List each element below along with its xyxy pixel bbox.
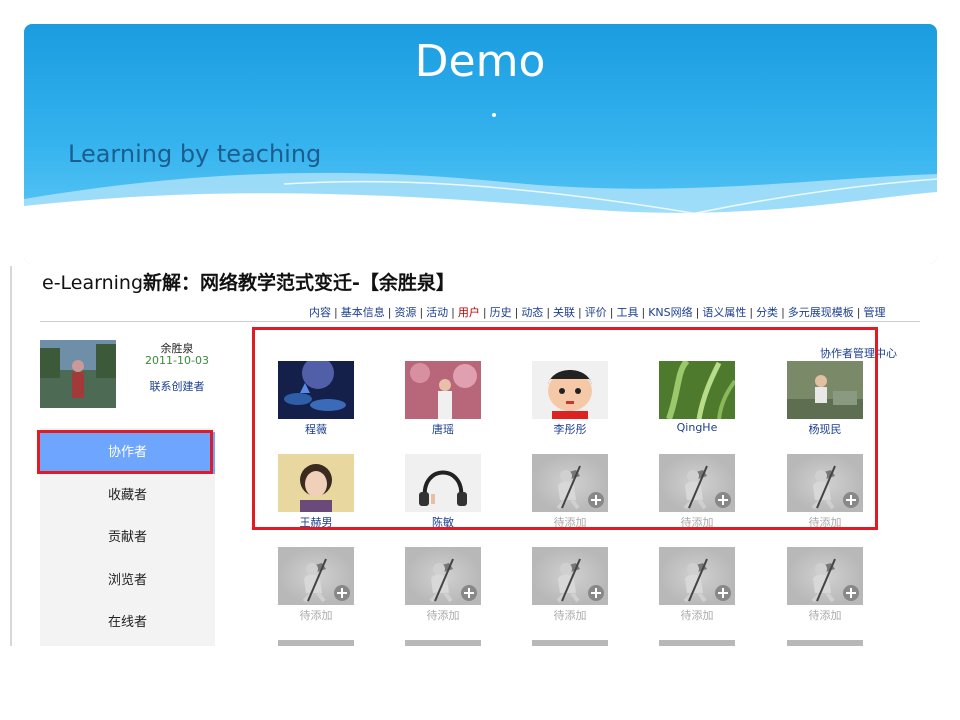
slide-title: Demo — [414, 36, 546, 87]
nav-separator: | — [546, 306, 551, 319]
nav-link[interactable]: 语义属性 — [702, 304, 746, 320]
grid-highlight-box — [252, 327, 878, 530]
nav-link[interactable]: 历史 — [490, 304, 512, 320]
nav-separator: | — [387, 306, 392, 319]
placeholder-slot[interactable] — [659, 640, 735, 646]
nav-divider — [40, 321, 920, 322]
nav-separator: | — [514, 306, 519, 319]
nav-separator: | — [419, 306, 424, 319]
nav-separator: | — [781, 306, 785, 319]
placeholder-slot[interactable]: 待添加 — [405, 547, 481, 623]
nav-bar: 内容 | 基本信息 | 资源 | 活动 | 用户 | 历史 | 动态 | 关联 | 评价 | 工具 | KNS网络 | 语义… — [309, 304, 886, 320]
nav-link[interactable]: 分类 — [756, 304, 778, 320]
add-user-icon[interactable] — [278, 547, 354, 605]
nav-separator: | — [451, 306, 455, 319]
collaborator-name: 待添加 — [808, 609, 842, 622]
nav-link[interactable]: KNS网络 — [648, 304, 692, 320]
contact-creator-link[interactable]: 联系创建者 — [122, 378, 232, 394]
nav-separator: | — [609, 306, 614, 319]
nav-link[interactable]: 多元展现模板 — [788, 304, 854, 320]
sidebar-highlight-box — [37, 430, 213, 474]
nav-separator: | — [334, 306, 338, 319]
sidebar-item[interactable]: 贡献者 — [40, 517, 215, 559]
add-user-icon[interactable] — [405, 547, 481, 605]
nav-link[interactable]: 活动 — [426, 304, 448, 320]
creator-avatar[interactable] — [40, 340, 116, 408]
nav-link[interactable]: 内容 — [309, 304, 331, 320]
nav-link[interactable]: 动态 — [521, 304, 543, 320]
placeholder-slot[interactable] — [278, 640, 354, 646]
add-user-icon[interactable] — [787, 547, 863, 605]
sidebar-item[interactable]: 收藏者 — [40, 475, 215, 517]
add-user-icon[interactable] — [532, 547, 608, 605]
placeholder-slot[interactable] — [405, 640, 481, 646]
sidebar-item[interactable]: 浏览者 — [40, 560, 215, 602]
nav-link[interactable]: 关联 — [553, 304, 575, 320]
nav-link[interactable]: 基本信息 — [341, 304, 385, 320]
nav-link[interactable]: 资源 — [394, 304, 416, 320]
nav-separator: | — [641, 306, 646, 319]
collaborator-name: 待添加 — [299, 609, 333, 622]
nav-separator: | — [749, 306, 754, 319]
nav-separator: | — [482, 306, 487, 319]
nav-link[interactable]: 用户 — [458, 304, 480, 320]
placeholder-slot[interactable] — [787, 640, 863, 646]
collaborator-name: 待添加 — [553, 609, 587, 622]
nav-link[interactable]: 工具 — [616, 304, 638, 320]
title-dot — [492, 113, 496, 117]
nav-separator: | — [578, 306, 582, 319]
placeholder-slot[interactable] — [532, 640, 608, 646]
page-heading: e-Learning新解：网络教学范式变迁-【余胜泉】 — [42, 272, 455, 294]
nav-link[interactable]: 管理 — [864, 304, 886, 320]
nav-separator: | — [856, 306, 861, 319]
nav-separator: | — [695, 306, 700, 319]
collaborator-name: 待添加 — [426, 609, 460, 622]
collaborator-name: 待添加 — [680, 609, 714, 622]
sidebar-item[interactable]: 在线者 — [40, 602, 215, 644]
creator-date: 2011-10-03 — [145, 354, 209, 367]
slide-subtitle: Learning by teaching — [68, 140, 322, 168]
webpage-screenshot: e-Learning新解：网络教学范式变迁-【余胜泉】 内容 | 基本信息 | 资源 | 活… — [10, 266, 947, 646]
nav-link[interactable]: 评价 — [585, 304, 607, 320]
placeholder-slot[interactable]: 待添加 — [787, 547, 863, 623]
placeholder-slot[interactable]: 待添加 — [278, 547, 354, 623]
placeholder-slot[interactable]: 待添加 — [532, 547, 608, 623]
placeholder-slot[interactable]: 待添加 — [659, 547, 735, 623]
add-user-icon[interactable] — [659, 547, 735, 605]
